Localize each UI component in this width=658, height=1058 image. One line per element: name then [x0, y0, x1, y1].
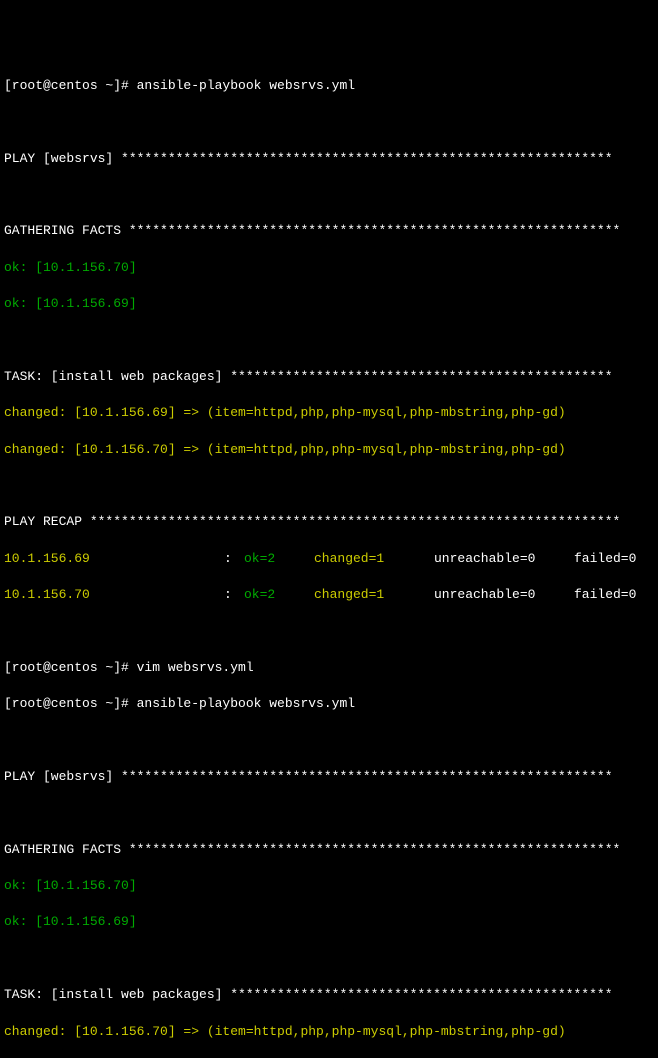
recap-ok: ok=2	[244, 586, 314, 604]
task-changed-line: changed: [10.1.156.70] => (item=httpd,ph…	[4, 1023, 654, 1041]
recap-unreachable: unreachable=0	[434, 550, 574, 568]
play-header: PLAY [websrvs] *************************…	[4, 768, 654, 786]
gathering-facts-header: GATHERING FACTS ************************…	[4, 222, 654, 240]
fact-ok-line: ok: [10.1.156.69]	[4, 913, 654, 931]
fact-ok-line: ok: [10.1.156.69]	[4, 295, 654, 313]
recap-row: 10.1.156.70: ok=2changed=1unreachable=0f…	[4, 586, 654, 604]
recap-host: 10.1.156.70	[4, 586, 224, 604]
fact-ok-line: ok: [10.1.156.70]	[4, 259, 654, 277]
recap-colon: :	[224, 586, 244, 604]
task-header: TASK: [install web packages] ***********…	[4, 368, 654, 386]
recap-unreachable: unreachable=0	[434, 586, 574, 604]
prompt-line: [root@centos ~]# ansible-playbook websrv…	[4, 77, 654, 95]
recap-host: 10.1.156.69	[4, 550, 224, 568]
recap-row: 10.1.156.69: ok=2changed=1unreachable=0f…	[4, 550, 654, 568]
recap-ok: ok=2	[244, 550, 314, 568]
recap-changed: changed=1	[314, 586, 434, 604]
play-header: PLAY [websrvs] *************************…	[4, 150, 654, 168]
gathering-facts-header: GATHERING FACTS ************************…	[4, 841, 654, 859]
recap-colon: :	[224, 550, 244, 568]
recap-failed: failed=0	[574, 550, 636, 568]
fact-ok-line: ok: [10.1.156.70]	[4, 877, 654, 895]
prompt-line: [root@centos ~]# vim websrvs.yml	[4, 659, 654, 677]
recap-changed: changed=1	[314, 550, 434, 568]
task-header: TASK: [install web packages] ***********…	[4, 986, 654, 1004]
task-changed-line: changed: [10.1.156.69] => (item=httpd,ph…	[4, 404, 654, 422]
prompt-line: [root@centos ~]# ansible-playbook websrv…	[4, 695, 654, 713]
recap-failed: failed=0	[574, 586, 636, 604]
task-changed-line: changed: [10.1.156.70] => (item=httpd,ph…	[4, 441, 654, 459]
